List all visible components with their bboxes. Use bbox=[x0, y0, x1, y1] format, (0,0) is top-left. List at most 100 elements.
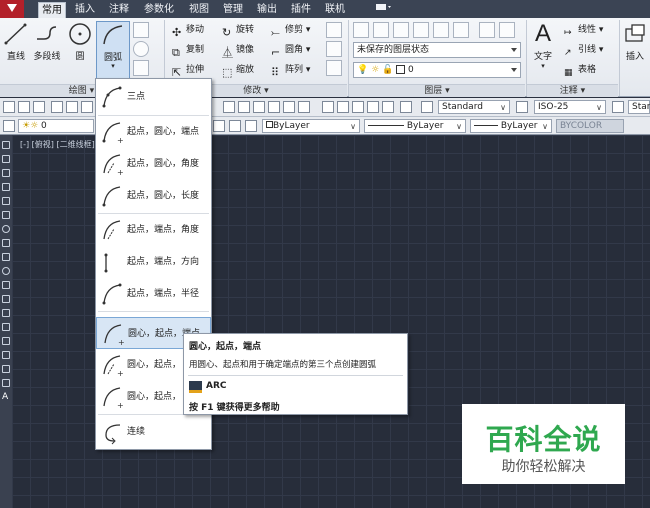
arc-dropdown-arrow[interactable]: ▾ bbox=[97, 63, 129, 70]
strip-insert-block-icon[interactable] bbox=[2, 295, 10, 303]
tab-insert[interactable]: 插入 bbox=[72, 2, 98, 18]
arc-option-start-end-radius[interactable]: 起点，端点，半径 bbox=[96, 278, 211, 310]
new-icon[interactable] bbox=[3, 101, 15, 113]
arc-option-start-center-end[interactable]: + 起点，圆心，端点 bbox=[96, 116, 211, 148]
annotation-panel-title[interactable]: 注释 ▾ bbox=[527, 84, 618, 97]
explode-icon[interactable] bbox=[326, 41, 342, 57]
layer-select[interactable]: ☀☼ 0 bbox=[18, 119, 94, 133]
table-button[interactable]: ▦ 表格 bbox=[564, 61, 596, 79]
arc-option-start-center-angle[interactable]: + 起点，圆心，角度 bbox=[96, 148, 211, 180]
table-style-icon[interactable] bbox=[612, 101, 624, 113]
strip-text-icon[interactable]: A bbox=[2, 393, 10, 402]
help-icon[interactable] bbox=[400, 101, 412, 113]
toolbar-icon-a[interactable] bbox=[223, 101, 235, 113]
layer-tool-icon-3[interactable] bbox=[413, 22, 429, 38]
polyline-button[interactable]: 多段线 bbox=[31, 21, 63, 62]
strip-hatch-icon[interactable] bbox=[2, 337, 10, 345]
layer-tool-icon-2[interactable] bbox=[393, 22, 409, 38]
publish-icon[interactable] bbox=[81, 101, 93, 113]
linetype-select[interactable]: ByLayer ∨ bbox=[364, 119, 466, 133]
move-button[interactable]: ✣ 移动 bbox=[172, 21, 204, 39]
tab-plugins[interactable]: 插件 bbox=[288, 2, 314, 18]
layer-state-select[interactable]: 未保存的图层状态 bbox=[353, 42, 521, 58]
toolbar-icon-b[interactable] bbox=[238, 101, 250, 113]
toolbar-icon-d[interactable] bbox=[268, 101, 280, 113]
text-button[interactable]: A 文字 ▾ bbox=[529, 21, 557, 71]
print-icon[interactable] bbox=[51, 101, 63, 113]
line-button[interactable]: 直线 bbox=[2, 21, 30, 62]
strip-spline-icon[interactable] bbox=[2, 253, 10, 261]
array-button[interactable]: ⠿ 阵列 ▾ bbox=[271, 61, 310, 79]
tool-palettes-icon[interactable] bbox=[352, 101, 364, 113]
trim-button[interactable]: ⤚ 修剪 ▾ bbox=[271, 21, 310, 39]
tab-extra-icon[interactable] bbox=[372, 2, 396, 18]
offset-icon[interactable] bbox=[326, 60, 342, 76]
tab-output[interactable]: 输出 bbox=[254, 2, 280, 18]
markup-icon[interactable] bbox=[382, 101, 394, 113]
strip-polyline-icon[interactable] bbox=[2, 169, 10, 177]
layer-manager-icon[interactable] bbox=[3, 120, 15, 132]
fillet-button[interactable]: ⌐ 圆角 ▾ bbox=[271, 41, 310, 59]
strip-rectangle-icon[interactable] bbox=[2, 197, 10, 205]
table-style-select[interactable]: Stan bbox=[628, 100, 650, 114]
strip-gradient-icon[interactable] bbox=[2, 351, 10, 359]
strip-ellipse-icon[interactable] bbox=[2, 267, 10, 275]
tab-annotate[interactable]: 注释 bbox=[106, 2, 132, 18]
linear-dim-button[interactable]: ↦ 线性 ▾ bbox=[564, 21, 603, 39]
hatch-icon[interactable] bbox=[133, 60, 149, 76]
rectangle-icon[interactable] bbox=[133, 22, 149, 38]
sheet-set-icon[interactable] bbox=[367, 101, 379, 113]
save-icon[interactable] bbox=[33, 101, 45, 113]
copy-button[interactable]: ⧉ 复制 bbox=[172, 41, 204, 59]
toolbar-icon-f[interactable] bbox=[298, 101, 310, 113]
design-center-icon[interactable] bbox=[337, 101, 349, 113]
layer-tool-icon-1[interactable] bbox=[373, 22, 389, 38]
layer-tool-icon-5[interactable] bbox=[453, 22, 469, 38]
arc-option-start-end-direction[interactable]: 起点，端点，方向 bbox=[96, 246, 211, 278]
strip-polygon-icon[interactable] bbox=[2, 183, 10, 191]
arc-option-3point[interactable]: 三点 bbox=[96, 81, 211, 113]
strip-point-icon[interactable] bbox=[2, 323, 10, 331]
dim-style-icon[interactable] bbox=[516, 101, 528, 113]
strip-ellipse-arc-icon[interactable] bbox=[2, 281, 10, 289]
strip-circle-icon[interactable] bbox=[2, 225, 10, 233]
toolbar-icon-e[interactable] bbox=[283, 101, 295, 113]
strip-region-icon[interactable] bbox=[2, 365, 10, 373]
strip-arc-icon[interactable] bbox=[2, 211, 10, 219]
layer-tool-icon-6[interactable] bbox=[479, 22, 495, 38]
ellipse-icon[interactable] bbox=[133, 41, 149, 57]
preview-icon[interactable] bbox=[66, 101, 78, 113]
plotstyle-select[interactable]: BYCOLOR bbox=[556, 119, 624, 133]
toolbar-icon-c[interactable] bbox=[253, 101, 265, 113]
layer-previous-icon[interactable] bbox=[229, 120, 241, 132]
viewport-controls-label[interactable]: [-] [俯视] [二维线框] bbox=[20, 139, 95, 150]
arc-option-continue[interactable]: 连续 bbox=[96, 416, 211, 448]
application-menu-button[interactable] bbox=[0, 0, 24, 18]
tab-view[interactable]: 视图 bbox=[186, 2, 212, 18]
layers-panel-title[interactable]: 图层 ▾ bbox=[349, 84, 525, 97]
color-select[interactable]: ByLayer ∨ bbox=[262, 119, 360, 133]
scale-button[interactable]: ⬚ 缩放 bbox=[222, 61, 254, 79]
lineweight-select[interactable]: ByLayer ∨ bbox=[470, 119, 552, 133]
layer-properties-icon[interactable] bbox=[353, 22, 369, 38]
tab-manage[interactable]: 管理 bbox=[220, 2, 246, 18]
layer-iso-icon[interactable] bbox=[245, 120, 257, 132]
text-style-icon[interactable] bbox=[421, 101, 433, 113]
leader-button[interactable]: ↗ 引线 ▾ bbox=[564, 41, 603, 59]
match-properties-icon[interactable] bbox=[213, 120, 225, 132]
layer-tool-icon-4[interactable] bbox=[433, 22, 449, 38]
strip-construction-line-icon[interactable] bbox=[2, 155, 10, 163]
strip-make-block-icon[interactable] bbox=[2, 309, 10, 317]
strip-revcloud-icon[interactable] bbox=[2, 239, 10, 247]
erase-icon[interactable] bbox=[326, 22, 342, 38]
insert-button[interactable]: 插入 bbox=[621, 21, 649, 62]
tab-home[interactable]: 常用 bbox=[38, 2, 66, 18]
mirror-button[interactable]: ⏅ 镜像 bbox=[222, 41, 254, 59]
properties-icon[interactable] bbox=[322, 101, 334, 113]
arc-option-start-center-length[interactable]: 起点，圆心，长度 bbox=[96, 180, 211, 212]
rotate-button[interactable]: ↻ 旋转 bbox=[222, 21, 254, 39]
stretch-button[interactable]: ⇱ 拉伸 bbox=[172, 61, 204, 79]
dim-style-select[interactable]: ISO-25 ∨ bbox=[534, 100, 606, 114]
layer-tool-icon-7[interactable] bbox=[499, 22, 515, 38]
tab-online[interactable]: 联机 bbox=[322, 2, 348, 18]
